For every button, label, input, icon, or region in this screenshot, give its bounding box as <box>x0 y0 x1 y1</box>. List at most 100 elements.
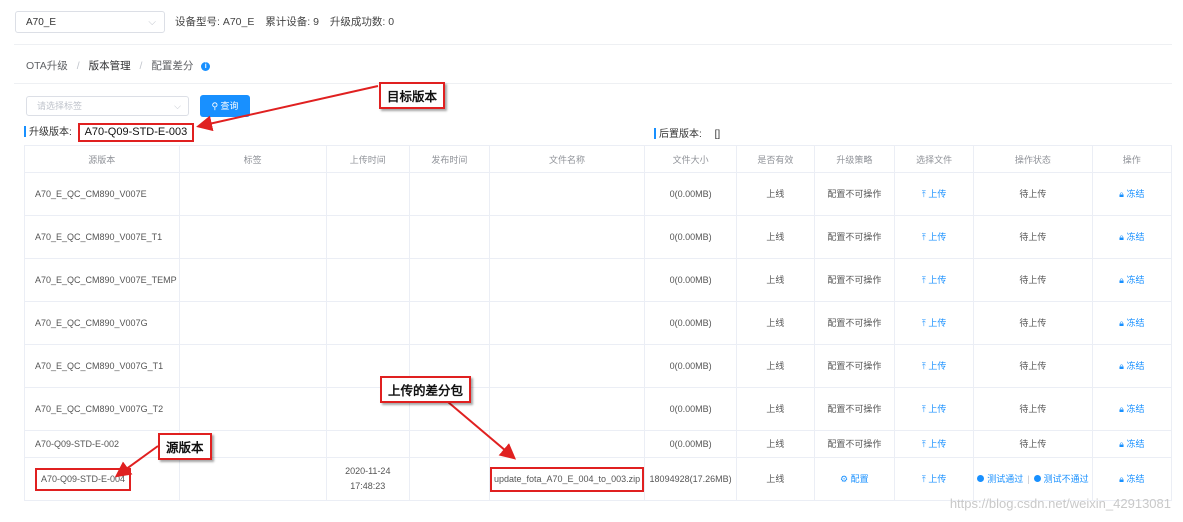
tag-select[interactable]: 请选择标签 ⌵ <box>26 96 189 116</box>
divider <box>14 83 1172 84</box>
cell-publish-time <box>408 215 490 259</box>
freeze-button[interactable]: 🔒︎ 冻结 <box>1119 189 1144 199</box>
cell-file-size: 0(0.00MB) <box>644 430 738 458</box>
table-row: A70_E_QC_CM890_V007G_T2 0(0.00MB) 上线 配置不可操作… <box>24 387 1173 431</box>
section-bar <box>654 128 656 139</box>
device-stats: 设备型号: A70_E 累计设备: 9 升级成功数: 0 <box>175 14 402 29</box>
upload-label: 上传 <box>928 438 947 449</box>
col-choose-file: 选择文件 <box>893 145 975 173</box>
device-select[interactable]: A70_E ⌵ <box>15 11 165 33</box>
cell-valid: 上线 <box>736 215 815 259</box>
col-file-size: 文件大小 <box>644 145 738 173</box>
cell-choose-file: ⤒ 上传 <box>893 301 975 345</box>
upload-button[interactable]: ⤒ 上传 <box>922 275 947 285</box>
cell-valid: 上线 <box>736 172 815 216</box>
upload-button[interactable]: ⤒ 上传 <box>922 318 947 328</box>
cell-tag <box>178 301 327 345</box>
table-row: A70_E_QC_CM890_V007E_T1 0(0.00MB) 上线 配置不可操作… <box>24 215 1173 259</box>
cell-choose-file: ⤒ 上传 <box>893 215 975 259</box>
info-icon[interactable]: i <box>201 62 211 71</box>
freeze-button[interactable]: 🔒︎ 冻结 <box>1119 474 1144 484</box>
cell-action: 🔒︎ 冻结 <box>1091 387 1173 431</box>
gear-icon: ⚙ <box>840 473 851 484</box>
cell-status: 待上传 <box>973 344 1093 388</box>
freeze-button[interactable]: 🔒︎ 冻结 <box>1119 404 1144 414</box>
cell-file-name <box>488 430 646 458</box>
upgrade-version-value: A70-Q09-STD-E-003 <box>77 123 195 142</box>
top-bar: A70_E ⌵ 设备型号: A70_E 累计设备: 9 升级成功数: 0 <box>0 0 1183 42</box>
cell-upload-time <box>325 430 410 458</box>
cell-action: 🔒︎ 冻结 <box>1091 258 1173 302</box>
cell-strategy: ⚙ 配置 <box>813 457 895 501</box>
breadcrumb-version-management[interactable]: 版本管理 <box>89 60 131 72</box>
upload-label: 上传 <box>928 473 947 484</box>
freeze-button[interactable]: 🔒︎ 冻结 <box>1119 318 1144 328</box>
test-pass-button[interactable]: 测试通过 <box>977 474 1023 484</box>
freeze-label: 冻结 <box>1126 360 1145 371</box>
table-row: A70_E_QC_CM890_V007G_T1 0(0.00MB) 上线 配置不可操作… <box>24 344 1173 388</box>
upgrade-success-count: 升级成功数: 0 <box>329 16 395 28</box>
cell-status: 待上传 <box>973 430 1093 458</box>
query-button[interactable]: ⚲ 查询 <box>200 95 250 117</box>
cell-choose-file: ⤒ 上传 <box>893 344 975 388</box>
cell-tag <box>178 215 327 259</box>
cell-file-size: 0(0.00MB) <box>644 172 738 216</box>
upload-label: 上传 <box>928 274 947 285</box>
cell-file-name <box>488 258 646 302</box>
cell-status: 待上传 <box>973 301 1093 345</box>
cell-file-name <box>488 172 646 216</box>
callout-target-version: 目标版本 <box>379 82 446 109</box>
upload-button[interactable]: ⤒ 上传 <box>922 439 947 449</box>
upload-button[interactable]: ⤒ 上传 <box>922 232 947 242</box>
freeze-button[interactable]: 🔒︎ 冻结 <box>1119 232 1144 242</box>
section-bar <box>24 126 26 137</box>
upload-button[interactable]: ⤒ 上传 <box>922 361 947 371</box>
cell-file-name <box>488 215 646 259</box>
cell-publish-time <box>408 172 490 216</box>
device-model: 设备型号: A70_E <box>175 16 255 28</box>
cell-source-version: A70_E_QC_CM890_V007G <box>24 301 180 345</box>
cell-action: 🔒︎ 冻结 <box>1091 344 1173 388</box>
col-file-name: 文件名称 <box>488 145 646 173</box>
cell-tag <box>178 387 327 431</box>
freeze-button[interactable]: 🔒︎ 冻结 <box>1119 361 1144 371</box>
cell-status: 待上传 <box>973 172 1093 216</box>
test-pass-label: 测试通过 <box>987 473 1024 484</box>
callout-uploaded-package: 上传的差分包 <box>380 376 472 403</box>
breadcrumb-ota[interactable]: OTA升级 <box>26 60 68 72</box>
cell-file-name <box>488 301 646 345</box>
cell-strategy: 配置不可操作 <box>813 387 895 431</box>
cell-strategy: 配置不可操作 <box>813 172 895 216</box>
test-fail-button[interactable]: 测试不通过 <box>1033 474 1089 484</box>
freeze-button[interactable]: 🔒︎ 冻结 <box>1119 275 1144 285</box>
cell-publish-time <box>408 301 490 345</box>
cell-file-name <box>488 344 646 388</box>
breadcrumb: OTA升级 / 版本管理 / 配置差分 i <box>26 58 211 73</box>
cell-source-version: A70_E_QC_CM890_V007G_T1 <box>24 344 180 388</box>
freeze-label: 冻结 <box>1126 274 1145 285</box>
upload-button[interactable]: ⤒ 上传 <box>922 189 947 199</box>
upload-label: 上传 <box>928 403 947 414</box>
cell-action: 🔒︎ 冻结 <box>1091 457 1173 501</box>
cell-upload-time <box>325 172 410 216</box>
chevron-down-icon: ⌵ <box>174 101 181 111</box>
cell-upload-time <box>325 258 410 302</box>
col-publish-time: 发布时间 <box>408 145 490 173</box>
config-button[interactable]: ⚙ 配置 <box>840 474 869 484</box>
chevron-down-icon: ⌵ <box>148 17 156 28</box>
cell-file-name <box>488 387 646 431</box>
table-row: A70_E_QC_CM890_V007E_TEMP 0(0.00MB) 上线 配置不可… <box>24 258 1173 302</box>
close-circle-icon <box>1033 474 1041 482</box>
cell-action: 🔒︎ 冻结 <box>1091 172 1173 216</box>
check-circle-icon <box>977 474 985 482</box>
freeze-label: 冻结 <box>1126 317 1145 328</box>
table-row: A70_E_QC_CM890_V007E 0(0.00MB) 上线 配置不可操作 ⤒ 上… <box>24 172 1173 216</box>
upload-button[interactable]: ⤒ 上传 <box>922 474 947 484</box>
freeze-button[interactable]: 🔒︎ 冻结 <box>1119 439 1144 449</box>
breadcrumb-config-diff: 配置差分 <box>151 60 194 72</box>
upload-label: 上传 <box>928 360 947 371</box>
upload-button[interactable]: ⤒ 上传 <box>922 404 947 414</box>
col-action: 操作 <box>1091 145 1173 173</box>
cell-source-version: A70-Q09-STD-E-004 <box>24 457 180 501</box>
cell-strategy: 配置不可操作 <box>813 258 895 302</box>
